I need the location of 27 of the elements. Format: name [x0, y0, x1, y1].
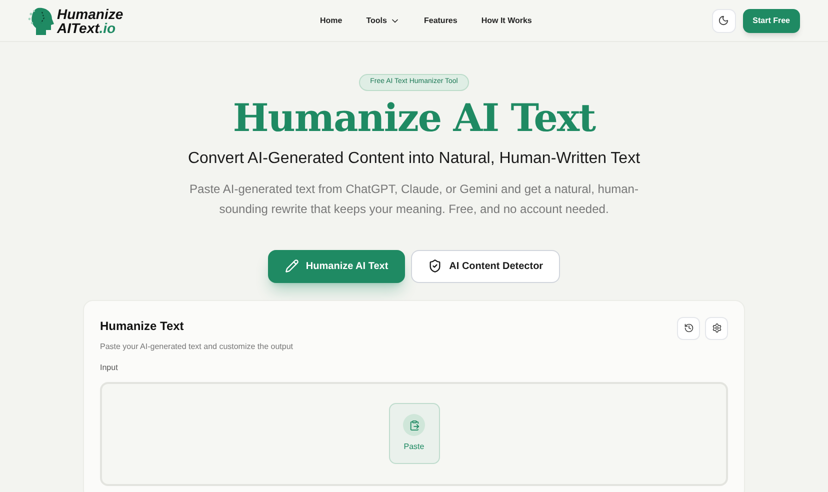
history-icon	[684, 323, 694, 333]
nav-link[interactable]: Home	[320, 14, 342, 26]
card-title: Humanize Text	[100, 318, 185, 334]
nav-link[interactable]: Features	[424, 14, 458, 26]
moon-icon	[718, 15, 730, 26]
card-subtitle: Paste your AI-generated text and customize the output	[100, 340, 294, 352]
hero-action-button[interactable]: Humanize AI Text	[268, 250, 406, 282]
head-logo-icon	[28, 6, 54, 36]
hero-action-button[interactable]: AI Content Detector	[411, 250, 560, 282]
start-free-button[interactable]: Start Free	[742, 8, 800, 32]
input-label: Input	[100, 362, 119, 374]
history-button[interactable]	[677, 316, 700, 340]
nav-link[interactable]: How It Works	[481, 14, 532, 26]
logo-text: Humanize	[57, 6, 124, 20]
hero-description: Paste AI-generated text from ChatGPT, Claude, or Gemini and get a natural, human-sounding rewrite that keeps your meaning. Free, and no account needed.	[188, 180, 640, 218]
input-field[interactable]: Paste	[100, 382, 728, 486]
pencil-icon	[284, 259, 299, 273]
settings-button[interactable]	[705, 316, 728, 340]
hero-title: Humanize AI Text	[232, 94, 596, 142]
logo-text: AIText.io	[57, 20, 117, 34]
shield-check-icon	[428, 259, 442, 273]
nav-link[interactable]: Tools	[366, 14, 400, 26]
settings-icon	[712, 323, 722, 333]
hero-subtitle: Convert AI-Generated Content into Natural, Human-Written Text	[188, 148, 640, 168]
theme-toggle-button[interactable]	[712, 8, 736, 32]
clipboard-icon	[408, 420, 420, 430]
paste-button[interactable]: Paste	[388, 403, 440, 464]
